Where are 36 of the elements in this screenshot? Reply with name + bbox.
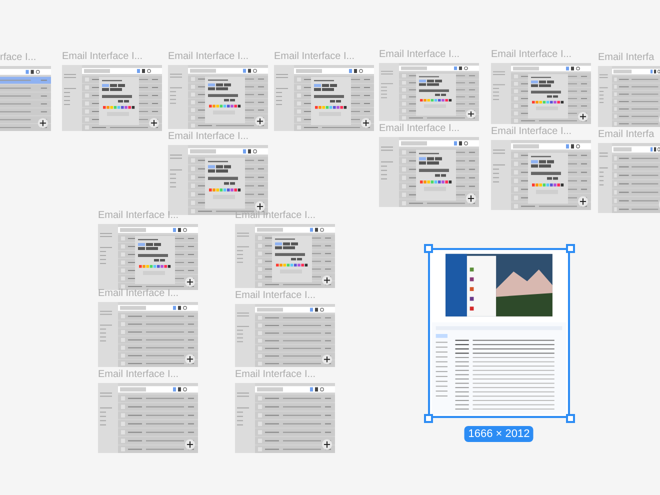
frame-label[interactable]: Email Interface I... [98,210,179,222]
frame-label[interactable]: Email Interface I... [235,290,316,302]
frame-label[interactable]: Email Interfa [598,52,654,64]
frame-label[interactable]: Email Interface I... [168,51,249,63]
frame-label[interactable]: Email Interface I... [62,51,143,63]
resize-handle[interactable] [566,414,575,423]
frame-label[interactable]: Email Interface I... [274,51,355,63]
email-dialog-mockup-drawing[interactable] [491,140,591,210]
email-dialog-mockup-drawing[interactable] [62,65,162,131]
email-dialog-mockup-drawing[interactable] [491,63,591,124]
email-dialog-mockup-drawing[interactable] [274,65,374,131]
frame-label[interactable]: Email Interfa [598,129,654,141]
size-badge: 1666 × 2012 [464,426,534,442]
email-dialog-mockup-drawing[interactable] [98,224,198,290]
frame-label[interactable]: Email Interface I... [98,288,179,300]
email-dialog-mockup-drawing[interactable] [235,224,335,288]
frame-label[interactable]: Email Interface I... [379,49,460,61]
email-list-mockup-drawing[interactable] [235,304,335,367]
email-list-mockup-drawing[interactable] [235,383,335,453]
resize-handle[interactable] [566,244,575,253]
frame-label[interactable]: Email Interface I... [235,369,316,381]
frame-label[interactable]: Email Interface I... [168,131,249,143]
frame-label[interactable]: rface I... [0,52,36,64]
email-list-mockup-drawing[interactable] [598,143,660,213]
resize-handle[interactable] [424,414,433,423]
email-dialog-mockup-drawing[interactable] [168,65,268,129]
email-list-mockup-drawing[interactable] [98,302,198,367]
resize-handle[interactable] [424,244,433,253]
email-list-mockup-drawing[interactable] [98,383,198,453]
email-dialog-mockup-drawing[interactable] [379,63,479,121]
frame-label[interactable]: Email Interface I... [491,49,572,61]
frame-label[interactable]: Email Interface I... [491,126,572,138]
frame-label[interactable]: Email Interface I... [379,123,460,135]
email-dialog-mockup-drawing[interactable] [379,137,479,207]
email-list-mockup-drawing[interactable] [598,66,660,127]
frame-label[interactable]: Email Interface I... [98,369,179,381]
